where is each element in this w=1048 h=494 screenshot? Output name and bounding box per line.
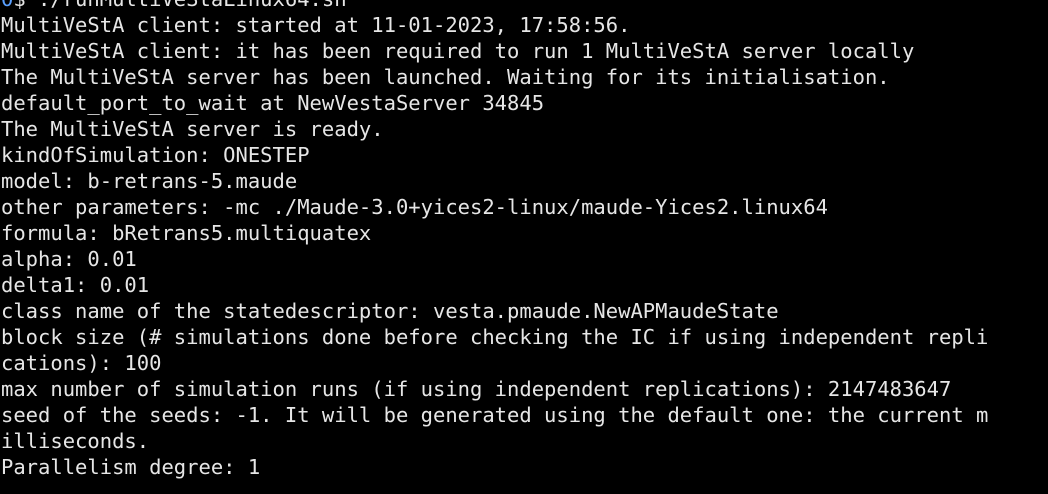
output-line: Parallelism degree: 1 bbox=[1, 455, 261, 479]
output-line: block size (# simulations done before ch… bbox=[1, 325, 989, 349]
output-line: class name of the statedescriptor: vesta… bbox=[1, 299, 779, 323]
output-line: kindOfSimulation: ONESTEP bbox=[1, 143, 310, 167]
output-line: cations): 100 bbox=[1, 351, 162, 375]
output-line: MultiVeStA client: started at 11-01-2023… bbox=[1, 13, 631, 37]
output-line: MultiVeStA client: it has been required … bbox=[1, 39, 915, 63]
output-line: The MultiVeStA server has been launched.… bbox=[1, 65, 890, 89]
output-line: other parameters: -mc ./Maude-3.0+yices2… bbox=[1, 195, 828, 219]
prompt-line: 0$ ./runMultiVeStaLinux64.sh bbox=[1, 0, 1048, 12]
prompt-marker: 0 bbox=[1, 0, 13, 11]
output-line: formula: bRetrans5.multiquatex bbox=[1, 221, 372, 245]
output-line: seed of the seeds: -1. It will be genera… bbox=[1, 403, 989, 427]
prompt-command: $ ./runMultiVeStaLinux64.sh bbox=[13, 0, 346, 11]
output-line: default_port_to_wait at NewVestaServer 3… bbox=[1, 91, 545, 115]
output-line: illiseconds. bbox=[1, 429, 150, 453]
output-line: delta1: 0.01 bbox=[1, 273, 150, 297]
terminal-output: 0$ ./runMultiVeStaLinux64.sh MultiVeStA … bbox=[0, 0, 1048, 480]
output-line: model: b-retrans-5.maude bbox=[1, 169, 298, 193]
terminal-window[interactable]: 0$ ./runMultiVeStaLinux64.sh MultiVeStA … bbox=[0, 0, 1048, 494]
output-line: alpha: 0.01 bbox=[1, 247, 137, 271]
output-line: max number of simulation runs (if using … bbox=[1, 377, 952, 401]
output-line: The MultiVeStA server is ready. bbox=[1, 117, 384, 141]
